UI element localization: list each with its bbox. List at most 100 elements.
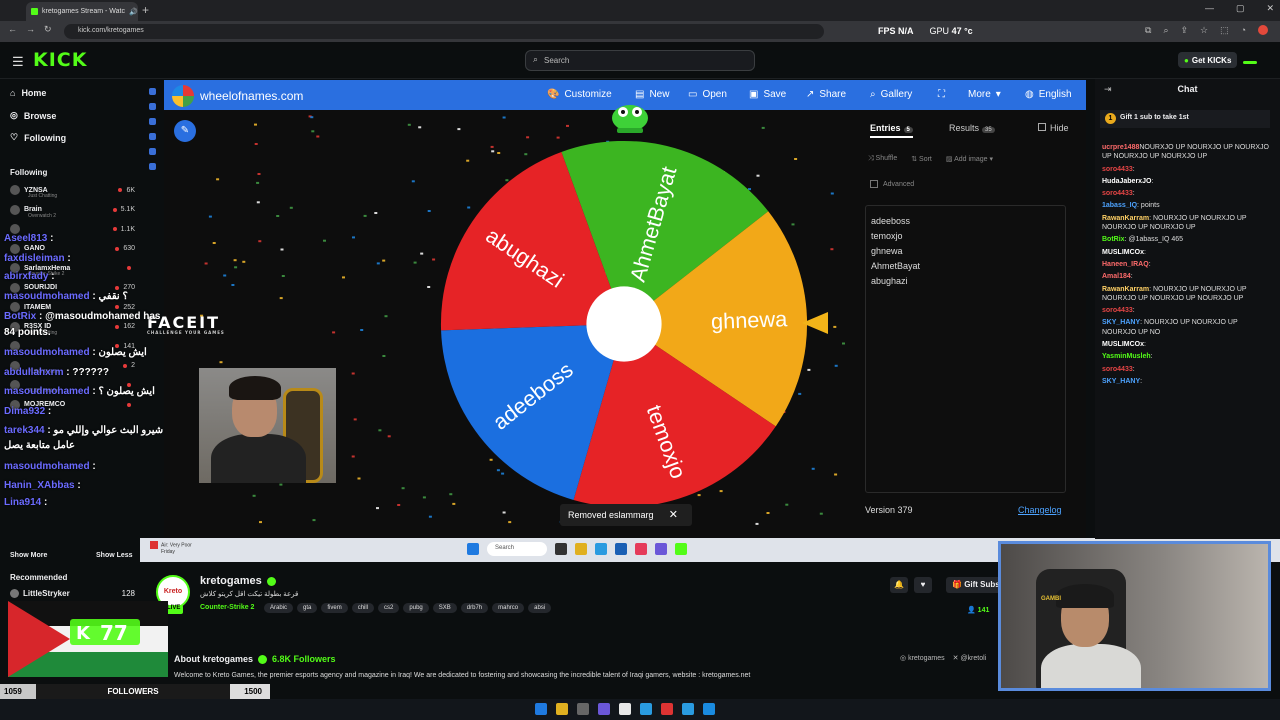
- kick-logo[interactable]: KICK: [33, 49, 87, 71]
- sidebar-followed-channel[interactable]: YZNSA 6K Just Chatting: [10, 184, 135, 199]
- hide-toggle[interactable]: Hide: [1038, 123, 1069, 133]
- chat-username[interactable]: 1abass_IQ: [1102, 202, 1137, 209]
- overlay-app-icon[interactable]: [149, 163, 156, 170]
- overlay-app-icon[interactable]: [149, 103, 156, 110]
- chat-username[interactable]: RawanKarram: [1102, 215, 1149, 222]
- chat-username[interactable]: MUSLIMCOx: [1102, 341, 1144, 348]
- app-icon[interactable]: [682, 703, 694, 715]
- notification-bell-icon[interactable]: 🔔: [890, 577, 908, 593]
- zoom-icon[interactable]: ⌕: [1163, 25, 1168, 36]
- discord-icon[interactable]: [598, 703, 610, 715]
- open-button[interactable]: ▭ Open: [688, 89, 727, 100]
- customize-button[interactable]: 🎨 Customize: [547, 89, 612, 100]
- edit-pencil-icon[interactable]: ✎: [174, 120, 196, 142]
- chat-username[interactable]: YasminMusleh: [1102, 353, 1151, 360]
- chat-username[interactable]: Amal184: [1102, 273, 1131, 280]
- chat-username[interactable]: soro4433: [1102, 307, 1133, 314]
- save-button[interactable]: ▣ Save: [749, 89, 786, 100]
- new-tab-button[interactable]: +: [142, 3, 149, 17]
- gallery-button[interactable]: ⌕ Gallery: [870, 89, 912, 100]
- chat-username[interactable]: Haneen_IRAQ: [1102, 261, 1149, 268]
- share-button[interactable]: ↗ Share: [806, 89, 846, 100]
- more-button[interactable]: More ▾: [968, 89, 1001, 100]
- overlay-app-icon[interactable]: [149, 88, 156, 95]
- wheel-site-logo[interactable]: wheelofnames.com: [172, 85, 303, 107]
- sidebar-followed-channel[interactable]: Brain 5.1K Overwatch 2: [10, 204, 135, 219]
- minimize-icon[interactable]: —: [1205, 3, 1214, 14]
- chat-username[interactable]: SKY_HANY: [1102, 319, 1140, 326]
- fullscreen-icon[interactable]: ⛶: [938, 89, 945, 100]
- gift-leaderboard-banner[interactable]: 1 Gift 1 sub to take 1st: [1100, 110, 1270, 128]
- chat-username[interactable]: MUSLIMCOx: [1102, 249, 1144, 256]
- get-kicks-button[interactable]: ● Get KICKs: [1178, 52, 1238, 68]
- stream-tag[interactable]: cs2: [378, 603, 400, 613]
- tab-entries[interactable]: Entries 5: [870, 123, 913, 138]
- stream-tag[interactable]: gta: [297, 603, 318, 613]
- shuffle-button[interactable]: ⤨ Shuffle: [868, 155, 897, 163]
- stream-tag[interactable]: mahrco: [492, 603, 525, 613]
- sidebar-item-browse[interactable]: ◎ Browse: [10, 110, 56, 121]
- chat-username[interactable]: soro4433: [1102, 366, 1133, 373]
- stream-tag[interactable]: pubg: [403, 603, 429, 613]
- show-more-button[interactable]: Show More: [10, 552, 47, 559]
- record-icon[interactable]: [1258, 25, 1269, 35]
- chat-username[interactable]: soro4433: [1102, 190, 1133, 197]
- category-link[interactable]: Counter-Strike 2: [200, 604, 254, 611]
- sidebar-item-home[interactable]: ⌂ Home: [10, 88, 46, 98]
- user-menu-indicator[interactable]: [1243, 61, 1257, 64]
- overlay-app-icon[interactable]: [149, 118, 156, 125]
- stream-tag[interactable]: fivem: [321, 603, 348, 613]
- speaker-icon[interactable]: 🔊: [129, 8, 138, 16]
- chat-username[interactable]: RawanKarram: [1102, 286, 1149, 293]
- search-input[interactable]: ⌕ Search: [525, 50, 755, 71]
- sort-button[interactable]: ⇅ Sort: [911, 155, 932, 163]
- channel-name[interactable]: kretogames: [200, 575, 276, 587]
- chat-username[interactable]: ucrpre1488: [1102, 144, 1139, 151]
- translate-icon[interactable]: ⧉: [1145, 25, 1151, 36]
- overlay-app-icon[interactable]: [149, 148, 156, 155]
- stream-tag[interactable]: SXB: [432, 603, 457, 613]
- changelog-link[interactable]: Changelog: [1018, 505, 1062, 515]
- follow-heart-icon[interactable]: ♥: [914, 577, 932, 593]
- name-wheel[interactable]: AhmetBayatghnewatemoxjoadeebossabughazi: [436, 136, 812, 512]
- overlay-app-icon[interactable]: [149, 133, 156, 140]
- back-icon[interactable]: ←: [8, 24, 17, 34]
- chat-username[interactable]: soro4433: [1102, 166, 1133, 173]
- entries-textarea[interactable]: adeeboss temoxjo ghnewa AhmetBayat abughazi: [865, 205, 1066, 493]
- share-icon[interactable]: ⇪: [1180, 25, 1188, 36]
- gift-subs-button[interactable]: 🎁 Gift Subs: [946, 577, 1006, 593]
- recommended-item[interactable]: LittleStryker 128: [10, 589, 135, 598]
- bookmark-star-icon[interactable]: ☆: [1200, 25, 1208, 36]
- social-link[interactable]: ◎ kretogames: [900, 654, 945, 662]
- extensions-icon[interactable]: ⬚: [1220, 25, 1229, 36]
- folder-icon[interactable]: [556, 703, 568, 715]
- stream-tag[interactable]: Arabic: [264, 603, 294, 613]
- show-less-button[interactable]: Show Less: [96, 552, 133, 559]
- stream-tag[interactable]: chill: [351, 603, 375, 613]
- windows-start-icon[interactable]: [535, 703, 547, 715]
- sidebar-item-following[interactable]: ♡ Following: [10, 132, 66, 143]
- social-link[interactable]: ✕ @kretoli: [953, 654, 987, 662]
- checkbox[interactable]: [1038, 123, 1046, 131]
- app-icon[interactable]: [577, 703, 589, 715]
- wheel-center-hub[interactable]: [586, 286, 662, 362]
- close-icon[interactable]: ✕: [669, 508, 678, 521]
- app-icon[interactable]: [640, 703, 652, 715]
- chat-username[interactable]: SKY_HANY: [1102, 378, 1140, 385]
- profile-icon[interactable]: ◔: [1241, 25, 1246, 36]
- close-window-icon[interactable]: ✕: [1266, 3, 1274, 14]
- chat-username[interactable]: HudaJaberxJO: [1102, 178, 1151, 185]
- advanced-toggle[interactable]: Advanced: [870, 180, 914, 188]
- forward-icon[interactable]: →: [26, 24, 35, 34]
- add-image-button[interactable]: ▨ Add image ▾: [946, 155, 993, 163]
- app-icon[interactable]: [661, 703, 673, 715]
- reload-icon[interactable]: ↻: [44, 24, 52, 35]
- stream-tag[interactable]: drb7h: [460, 603, 489, 613]
- chat-username[interactable]: BotRix: [1102, 236, 1125, 243]
- language-button[interactable]: ◍ English: [1025, 89, 1072, 100]
- telegram-icon[interactable]: [703, 703, 715, 715]
- tab-results[interactable]: Results 35: [949, 123, 995, 133]
- url-field[interactable]: kick.com/kretogames: [64, 24, 824, 39]
- hamburger-icon[interactable]: ☰: [12, 54, 24, 70]
- checkbox[interactable]: [870, 180, 878, 188]
